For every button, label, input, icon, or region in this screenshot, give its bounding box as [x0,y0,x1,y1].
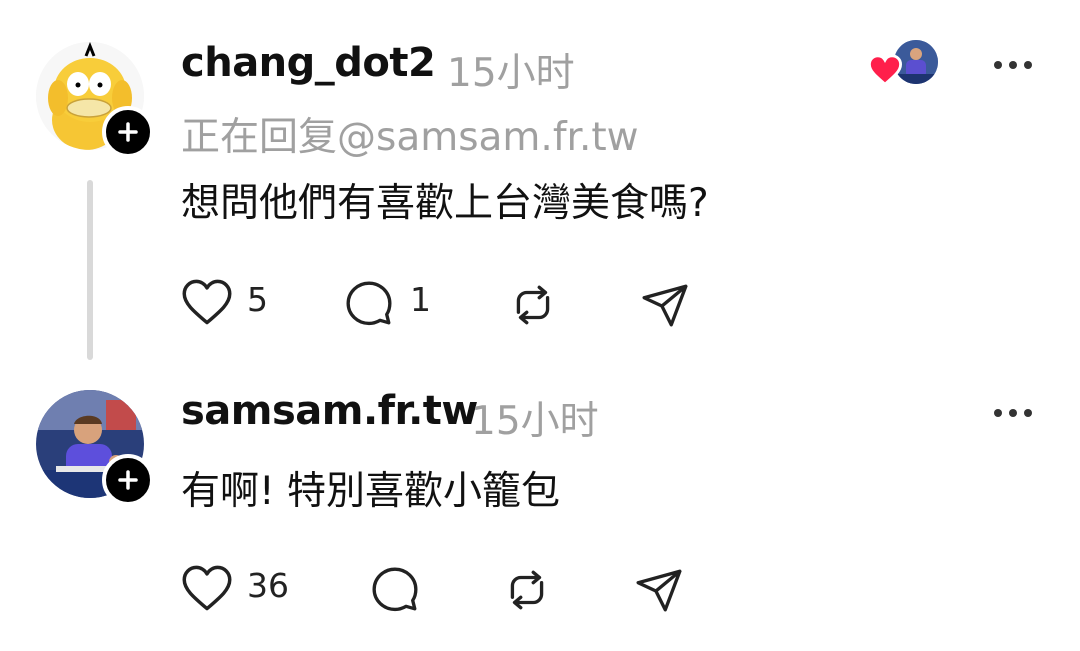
username[interactable]: samsam.fr.tw [181,388,478,434]
repost-button[interactable] [502,565,554,617]
heart-icon [182,565,232,611]
more-options-button[interactable] [994,407,1034,419]
repost-icon [510,570,544,610]
share-icon [636,569,682,612]
follow-plus-icon [118,470,138,490]
like-count: 36 [247,566,289,605]
share-button[interactable] [634,565,686,617]
timestamp: 15小时 [471,399,599,444]
like-button[interactable]: 36 [181,564,291,616]
follow-button[interactable] [102,454,154,506]
comment-button[interactable] [370,564,422,616]
comment-icon [372,567,418,612]
reply-item: samsam.fr.tw 15小时 有啊! 特別喜歡小籠包 36 [0,0,1080,651]
reply-text: 有啊! 特別喜歡小籠包 [181,469,561,514]
